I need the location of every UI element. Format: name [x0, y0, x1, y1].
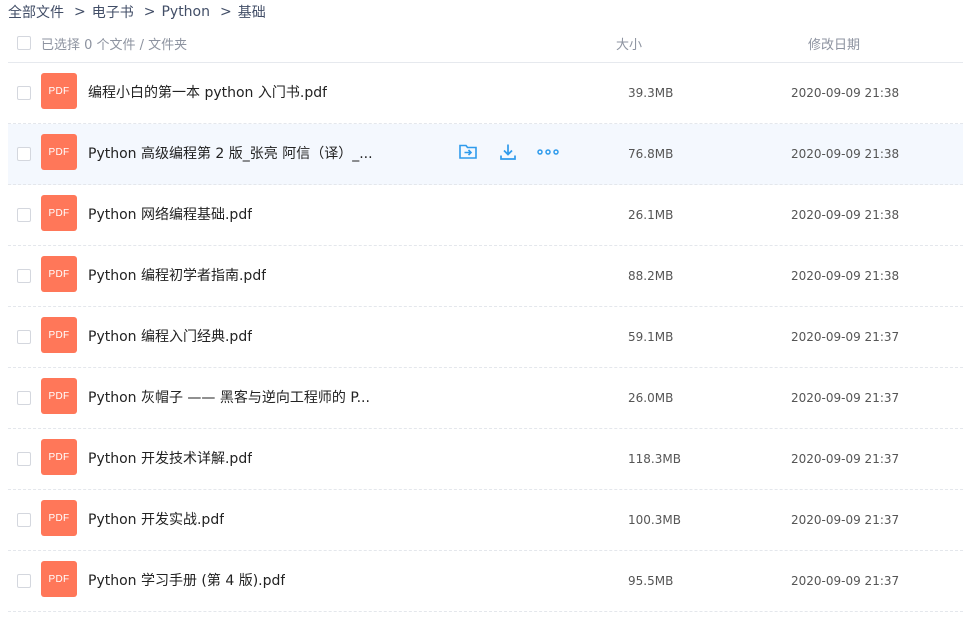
file-type-label: PDF [48, 512, 70, 524]
pdf-file-icon: PDF [41, 317, 77, 353]
file-row[interactable]: PDF Python 灰帽子 —— 黑客与逆向工程师的 P... 26.0MB … [8, 368, 963, 429]
file-type-label: PDF [48, 207, 70, 219]
file-list-header: 已选择 0 个文件 / 文件夹 大小 修改日期 [8, 24, 963, 63]
breadcrumb-python[interactable]: Python [161, 4, 210, 20]
file-type-label: PDF [48, 573, 70, 585]
file-modified-date: 2020-09-09 21:37 [791, 452, 900, 466]
pdf-file-icon: PDF [41, 195, 77, 231]
file-checkbox[interactable] [17, 330, 31, 344]
file-checkbox[interactable] [17, 208, 31, 222]
file-row[interactable]: PDF Python 开发技术详解.pdf 118.3MB 2020-09-09… [8, 429, 963, 490]
file-checkbox[interactable] [17, 452, 31, 466]
file-name[interactable]: Python 网络编程基础.pdf [88, 204, 252, 224]
breadcrumb-all-files[interactable]: 全部文件 [8, 2, 64, 22]
file-size: 95.5MB [628, 574, 674, 588]
file-type-label: PDF [48, 146, 70, 158]
file-size: 26.0MB [628, 391, 674, 405]
file-modified-date: 2020-09-09 21:38 [791, 208, 900, 222]
breadcrumb-separator: > [143, 4, 156, 20]
file-size: 100.3MB [628, 513, 681, 527]
file-modified-date: 2020-09-09 21:37 [791, 574, 900, 588]
file-type-label: PDF [48, 451, 70, 463]
file-checkbox[interactable] [17, 513, 31, 527]
file-modified-date: 2020-09-09 21:38 [791, 147, 900, 161]
file-modified-date: 2020-09-09 21:37 [791, 391, 900, 405]
selection-count: 已选择 0 个文件 / 文件夹 [41, 38, 188, 53]
file-modified-date: 2020-09-09 21:38 [791, 269, 900, 283]
file-row[interactable]: PDF Python 开发实战.pdf 100.3MB 2020-09-09 2… [8, 490, 963, 551]
pdf-file-icon: PDF [41, 378, 77, 414]
file-size: 88.2MB [628, 269, 674, 283]
row-actions [456, 140, 576, 164]
pdf-file-icon: PDF [41, 561, 77, 597]
file-size: 118.3MB [628, 452, 681, 466]
file-name[interactable]: Python 开发实战.pdf [88, 509, 224, 529]
move-to-folder-icon[interactable] [456, 140, 480, 164]
file-modified-date: 2020-09-09 21:37 [791, 513, 900, 527]
file-modified-date: 2020-09-09 21:38 [791, 86, 900, 100]
breadcrumb-ebooks[interactable]: 电子书 [92, 2, 134, 22]
file-name[interactable]: Python 开发技术详解.pdf [88, 448, 252, 468]
file-modified-date: 2020-09-09 21:37 [791, 330, 900, 344]
file-name[interactable]: Python 编程入门经典.pdf [88, 326, 252, 346]
file-name[interactable]: Python 高级编程第 2 版_张亮 阿信（译）_... [88, 143, 373, 163]
file-name[interactable]: Python 灰帽子 —— 黑客与逆向工程师的 P... [88, 387, 370, 407]
breadcrumb-separator: > [220, 4, 232, 20]
file-size: 59.1MB [628, 330, 674, 344]
download-icon[interactable] [496, 140, 520, 164]
file-type-label: PDF [48, 390, 70, 402]
file-row[interactable]: PDF 编程小白的第一本 python 入门书.pdf 39.3MB 2020-… [8, 63, 963, 124]
more-icon[interactable] [536, 140, 560, 164]
file-size: 39.3MB [628, 86, 674, 100]
file-row[interactable]: PDF Python 学习手册 (第 4 版).pdf 95.5MB 2020-… [8, 551, 963, 612]
breadcrumb-separator: > [74, 4, 86, 20]
file-checkbox[interactable] [17, 574, 31, 588]
file-type-label: PDF [48, 85, 70, 97]
pdf-file-icon: PDF [41, 500, 77, 536]
file-checkbox[interactable] [17, 147, 31, 161]
file-row[interactable]: PDF Python 网络编程基础.pdf 26.1MB 2020-09-09 … [8, 185, 963, 246]
file-type-label: PDF [48, 329, 70, 341]
breadcrumb-current-folder: 基础 [237, 5, 266, 21]
file-checkbox[interactable] [17, 391, 31, 405]
file-row[interactable]: PDF Python 高级编程第 2 版_张亮 阿信（译）_... 76.8MB… [8, 124, 963, 185]
breadcrumb: 全部文件 > 电子书 > Python > 基础 [8, 2, 266, 22]
file-size: 26.1MB [628, 208, 674, 222]
file-type-label: PDF [48, 268, 70, 280]
pdf-file-icon: PDF [41, 73, 77, 109]
file-row[interactable]: PDF Python 编程入门经典.pdf 59.1MB 2020-09-09 … [8, 307, 963, 368]
pdf-file-icon: PDF [41, 256, 77, 292]
file-checkbox[interactable] [17, 269, 31, 283]
file-checkbox[interactable] [17, 86, 31, 100]
file-row[interactable]: PDF Python 编程初学者指南.pdf 88.2MB 2020-09-09… [8, 246, 963, 307]
column-size-header[interactable]: 大小 [616, 34, 642, 53]
file-name[interactable]: Python 编程初学者指南.pdf [88, 265, 266, 285]
pdf-file-icon: PDF [41, 439, 77, 475]
select-all-checkbox[interactable] [17, 36, 31, 50]
column-date-header[interactable]: 修改日期 [808, 34, 860, 53]
pdf-file-icon: PDF [41, 134, 77, 170]
file-size: 76.8MB [628, 147, 674, 161]
file-list: PDF 编程小白的第一本 python 入门书.pdf 39.3MB 2020-… [8, 63, 963, 612]
file-name[interactable]: 编程小白的第一本 python 入门书.pdf [88, 82, 327, 102]
file-name[interactable]: Python 学习手册 (第 4 版).pdf [88, 570, 285, 590]
